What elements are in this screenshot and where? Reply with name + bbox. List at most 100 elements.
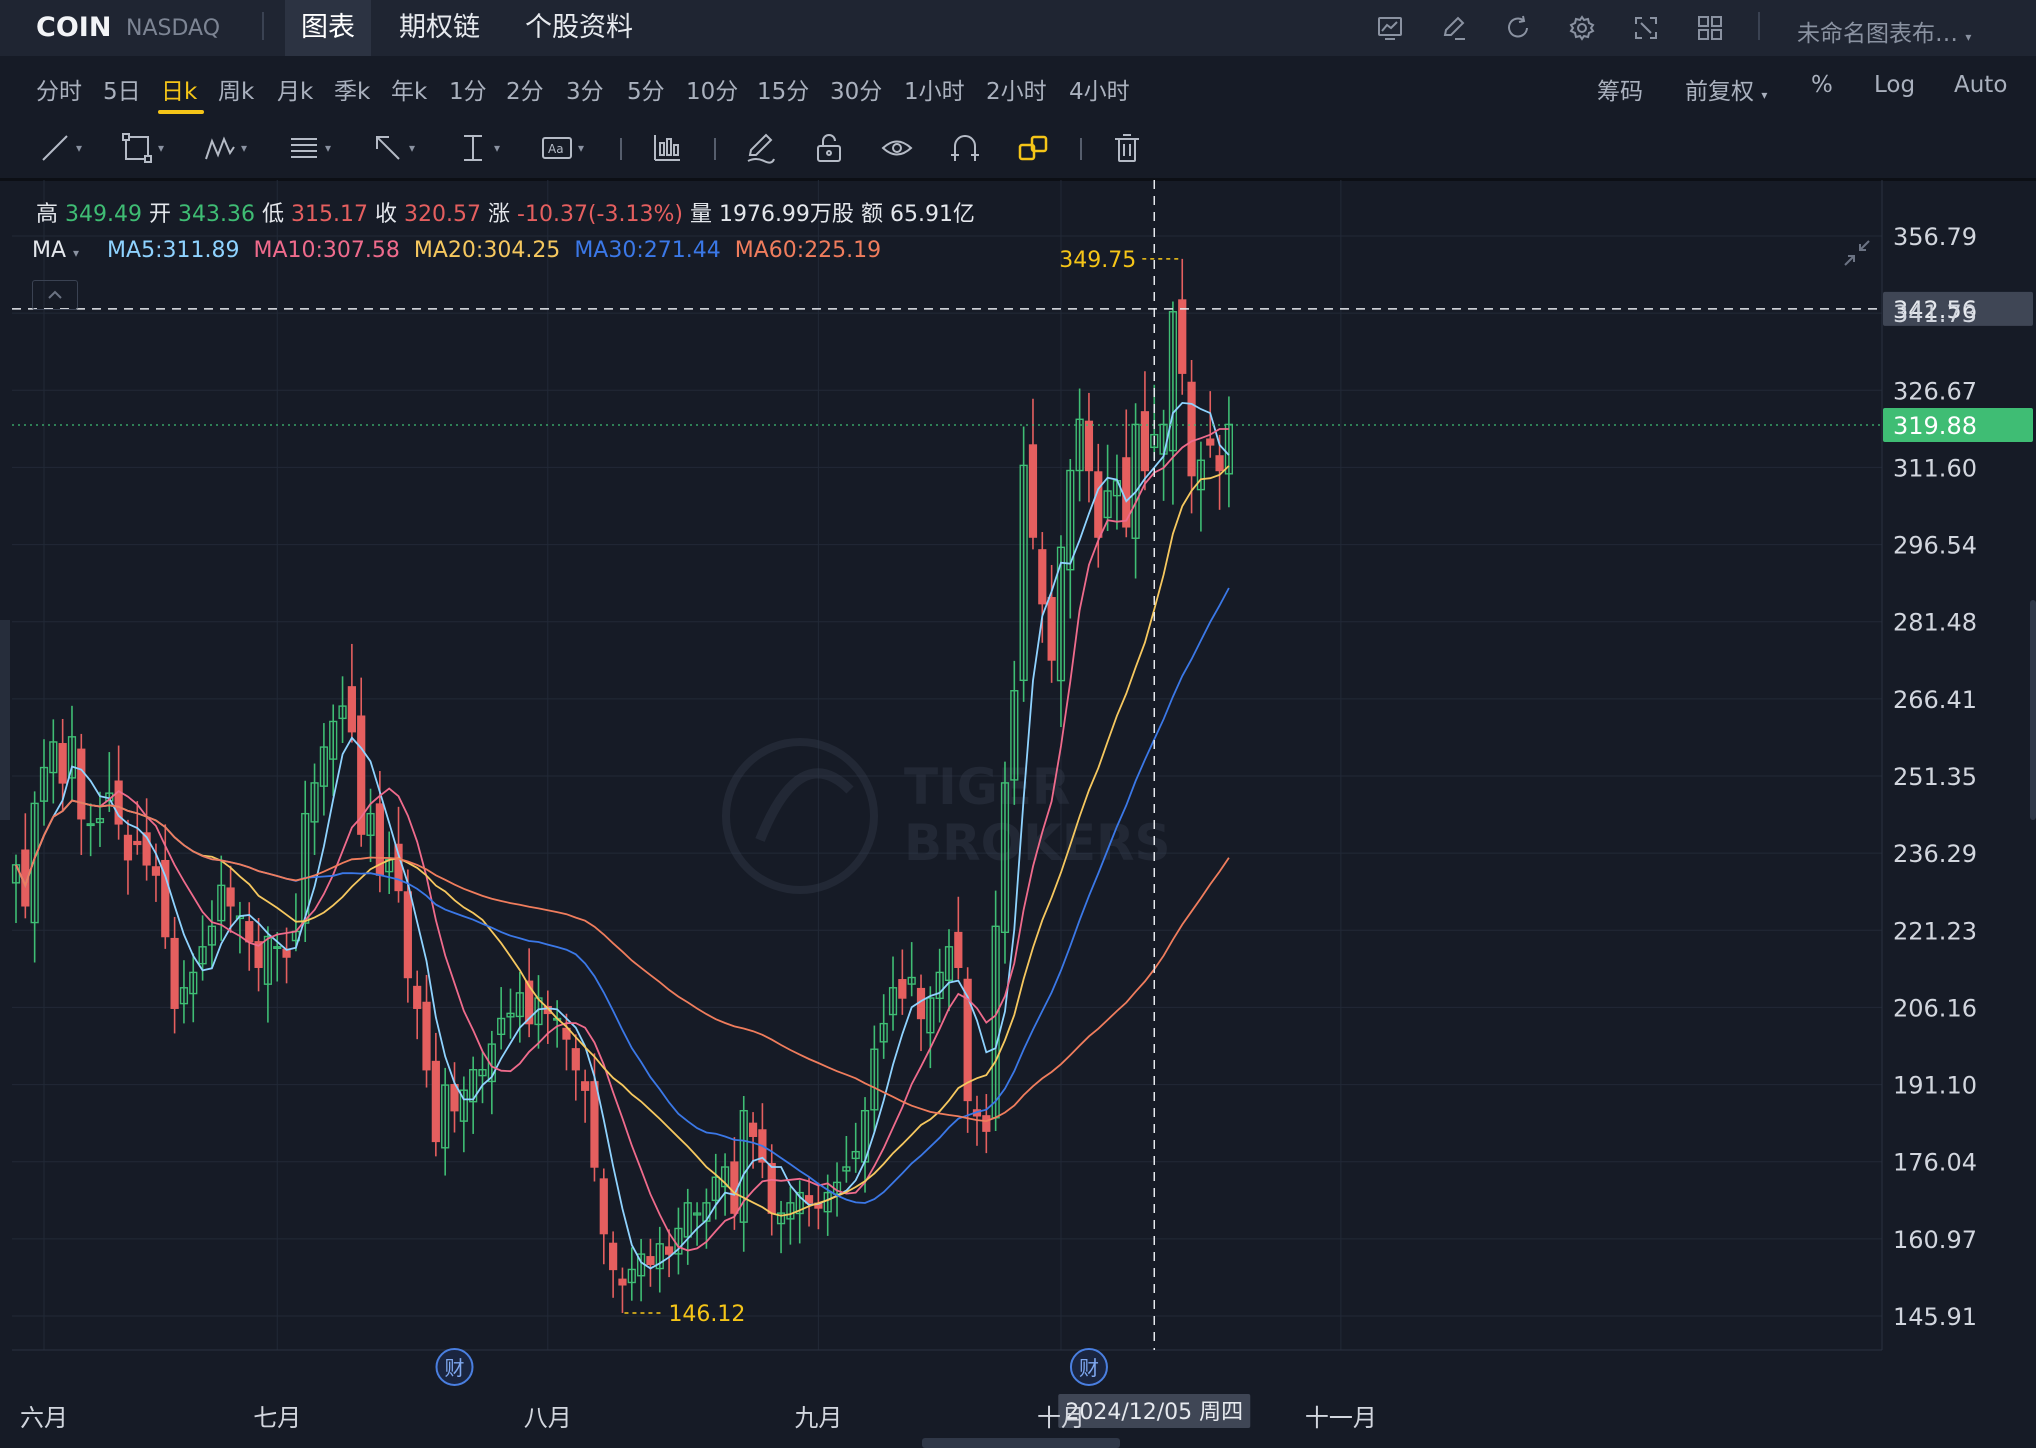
price-axis-scrollbar[interactable] xyxy=(2030,600,2036,820)
log-button[interactable]: Log xyxy=(1874,72,1915,98)
period-quarterly[interactable]: 季k xyxy=(334,72,370,106)
trash-icon[interactable] xyxy=(1110,130,1144,166)
period-monthly[interactable]: 月k xyxy=(277,72,313,106)
pattern-tool-icon[interactable]: ▾ xyxy=(203,130,247,166)
candle-body xyxy=(599,1178,608,1235)
y-tick-label: 326.67 xyxy=(1893,377,1977,405)
candle-body xyxy=(618,1278,627,1286)
percent-button[interactable]: % xyxy=(1811,72,1833,98)
measure-tool-icon[interactable]: ▾ xyxy=(456,130,500,166)
y-tick-label: 356.79 xyxy=(1893,223,1977,251)
candle-body xyxy=(1084,420,1094,472)
candle-body xyxy=(1028,444,1038,538)
period-2hour[interactable]: 2小时 xyxy=(986,72,1047,106)
text-tool-icon[interactable]: Aa ▾ xyxy=(540,130,584,166)
left-panel-handle[interactable] xyxy=(0,620,10,820)
tab-stock-profile[interactable]: 个股资料 xyxy=(509,0,649,56)
pencil-icon[interactable] xyxy=(744,130,778,166)
candle-body xyxy=(403,891,412,979)
y-tick-label: 341.73 xyxy=(1893,300,1977,328)
candle-body xyxy=(1038,549,1047,605)
close-value: 320.57 xyxy=(404,202,481,227)
candle-body xyxy=(767,1162,776,1214)
candle-body xyxy=(590,1081,599,1168)
fullscreen-icon[interactable] xyxy=(1628,10,1664,46)
period-5min[interactable]: 5分 xyxy=(627,72,665,106)
period-1min[interactable]: 1分 xyxy=(449,72,487,106)
rectangle-tool-icon[interactable]: ▾ xyxy=(120,130,164,166)
tab-chart[interactable]: 图表 xyxy=(285,0,371,56)
y-tick-label: 236.29 xyxy=(1893,840,1977,868)
candle-body xyxy=(665,1246,674,1255)
chips-button[interactable]: 筹码 xyxy=(1597,72,1643,106)
candle-body xyxy=(394,843,403,892)
refresh-icon[interactable] xyxy=(1500,10,1536,46)
last-price-label: 319.88 xyxy=(1893,412,1977,440)
watermark: TIGER BROKERS xyxy=(722,738,1171,894)
ma-legend: MA ▾ MA5:311.89 MA10:307.58 MA20:304.25 … xyxy=(32,238,881,263)
auto-button[interactable]: Auto xyxy=(1954,72,2007,98)
period-intraday[interactable]: 分时 xyxy=(36,72,82,106)
y-tick-label: 221.23 xyxy=(1893,917,1977,945)
y-tick-label: 191.10 xyxy=(1893,1072,1977,1100)
candle-body xyxy=(1094,471,1103,538)
ma-dropdown[interactable]: MA ▾ xyxy=(32,238,79,263)
compress-icon[interactable] xyxy=(1840,236,1874,270)
period-1hour[interactable]: 1小时 xyxy=(904,72,965,106)
close-label: 收 xyxy=(375,202,398,227)
ma30-line xyxy=(15,587,1230,1204)
layout-name-label: 未命名图表布… xyxy=(1797,21,1958,47)
period-5d[interactable]: 5日 xyxy=(103,72,141,106)
edit-icon[interactable] xyxy=(1436,10,1472,46)
lock-icon[interactable] xyxy=(812,130,846,166)
divider xyxy=(714,138,716,160)
layout-name-dropdown[interactable]: 未命名图表布… ▾ xyxy=(1797,14,1971,48)
period-10min[interactable]: 10分 xyxy=(686,72,738,106)
high-value: 349.49 xyxy=(65,202,142,227)
candle-body xyxy=(898,979,907,999)
candle-body xyxy=(581,1081,590,1091)
fib-tool-icon[interactable]: ▾ xyxy=(287,130,331,166)
tab-options-chain[interactable]: 期权链 xyxy=(383,0,496,56)
period-daily[interactable]: 日k xyxy=(161,72,197,106)
y-tick-label: 145.91 xyxy=(1893,1303,1977,1331)
layout-grid-icon[interactable] xyxy=(1692,10,1728,46)
candle-body xyxy=(413,985,422,1009)
high-label: 高 xyxy=(36,202,59,227)
x-tick-label: 八月 xyxy=(524,1404,572,1432)
ma60-value: MA60:225.19 xyxy=(734,238,882,263)
earnings-marker-label: 财 xyxy=(445,1356,465,1380)
chevron-down-icon: ▾ xyxy=(73,246,80,260)
collapse-legend-button[interactable] xyxy=(32,280,78,310)
candlestick-chart[interactable]: TIGER BROKERS 319.88342.562024/12/05 周四3… xyxy=(0,180,2036,1448)
period-30min[interactable]: 30分 xyxy=(830,72,882,106)
volume-value: 1976.99万股 xyxy=(718,202,854,227)
chevron-down-icon: ▾ xyxy=(1965,30,1972,44)
link-icon[interactable] xyxy=(1016,130,1050,166)
earnings-marker-label: 财 xyxy=(1079,1356,1099,1380)
period-yearly[interactable]: 年k xyxy=(391,72,427,106)
period-3min[interactable]: 3分 xyxy=(566,72,604,106)
watermark-text-1: TIGER xyxy=(904,758,1070,816)
magnet-icon[interactable] xyxy=(948,130,982,166)
chart-settings-icon[interactable] xyxy=(1372,10,1408,46)
y-tick-label: 206.16 xyxy=(1893,994,1977,1022)
y-tick-label: 281.48 xyxy=(1893,609,1977,637)
candle-body xyxy=(646,1256,655,1266)
candle-body xyxy=(609,1242,618,1271)
gear-icon[interactable] xyxy=(1564,10,1600,46)
indicator-icon[interactable] xyxy=(650,130,684,166)
y-tick-label: 251.35 xyxy=(1893,763,1977,791)
line-tool-icon[interactable]: ▾ xyxy=(38,130,82,166)
arrow-tool-icon[interactable]: ▾ xyxy=(371,130,415,166)
candle-body xyxy=(226,887,235,907)
period-2min[interactable]: 2分 xyxy=(506,72,544,106)
ohlc-info: 高 349.49 开 343.36 低 315.17 收 320.57 涨 -1… xyxy=(36,196,975,228)
candle-body xyxy=(1047,597,1056,661)
period-15min[interactable]: 15分 xyxy=(757,72,809,106)
period-4hour[interactable]: 4小时 xyxy=(1069,72,1130,106)
period-weekly[interactable]: 周k xyxy=(218,72,254,106)
eye-icon[interactable] xyxy=(880,130,914,166)
candle-body xyxy=(1215,455,1224,472)
adjust-dropdown[interactable]: 前复权 ▾ xyxy=(1685,72,1767,106)
